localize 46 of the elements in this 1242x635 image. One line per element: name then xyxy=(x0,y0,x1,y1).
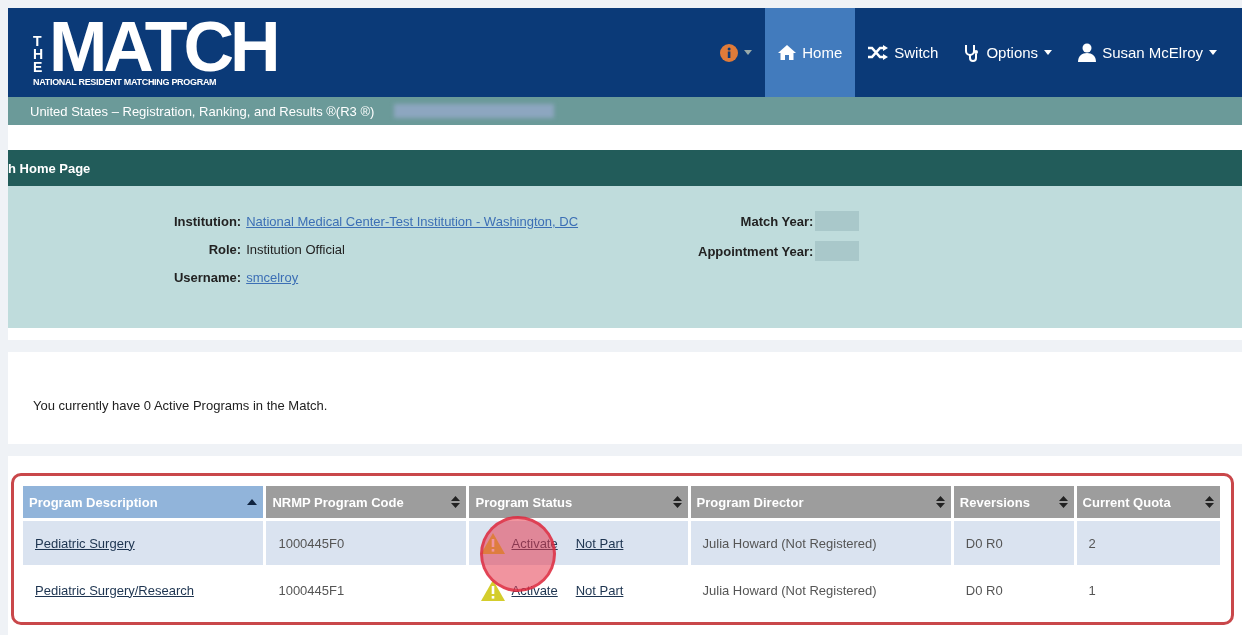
field-label: Appointment Year: xyxy=(698,244,814,261)
field-link[interactable]: smcelroy xyxy=(246,270,299,285)
action-link[interactable]: Not Part xyxy=(575,582,624,598)
column-header[interactable]: Reversions xyxy=(953,486,1074,518)
table-cell: D0 R0 xyxy=(953,518,1074,565)
table-cell: Julia Howard (Not Registered) xyxy=(690,565,951,612)
sort-ascending-icon[interactable] xyxy=(247,499,258,505)
sort-icon[interactable] xyxy=(451,496,461,508)
warning-icon xyxy=(481,532,506,554)
column-header[interactable]: Current Quota xyxy=(1076,486,1220,518)
program-link[interactable]: Pediatric Surgery/Research xyxy=(35,582,194,598)
info-icon xyxy=(720,43,739,62)
table-cell: Julia Howard (Not Registered) xyxy=(690,518,951,565)
table-cell: 2 xyxy=(1076,518,1220,565)
action-link[interactable]: Not Part xyxy=(575,535,624,551)
field-label: Match Year: xyxy=(739,214,814,231)
home-icon xyxy=(778,45,797,60)
column-header[interactable]: NRMP Program Code xyxy=(266,486,467,518)
field-link[interactable]: National Medical Center-Test Institution - Washington, DC xyxy=(246,214,579,229)
column-header[interactable]: Program Director xyxy=(690,486,951,518)
field-label: Role: xyxy=(207,242,242,257)
stethoscope-icon xyxy=(964,43,981,62)
options-nav-item[interactable]: Options xyxy=(951,8,1066,97)
program-title: United States – Registration, Ranking, and Results ®(R3 ®) xyxy=(30,103,375,119)
warning-icon xyxy=(481,579,506,601)
column-header[interactable]: Program Status xyxy=(469,486,688,518)
table-cell: 1000445F1 xyxy=(266,565,467,612)
table-cell: 1 xyxy=(1076,565,1220,612)
table-cell: D0 R0 xyxy=(953,565,1074,612)
sort-icon[interactable] xyxy=(1205,496,1214,508)
field-label: Username: xyxy=(172,270,242,285)
field-label: Institution: xyxy=(173,214,242,229)
sort-icon[interactable] xyxy=(672,496,682,508)
user-icon xyxy=(1078,43,1097,62)
page-title: h Home Page xyxy=(8,160,91,176)
program-link[interactable]: Pediatric Surgery xyxy=(35,535,135,551)
field-value: Institution Official xyxy=(246,242,345,257)
sort-icon[interactable] xyxy=(935,496,945,508)
shuffle-icon xyxy=(868,45,889,60)
home-nav-item[interactable]: Home xyxy=(765,8,856,97)
table-cell: 1000445F0 xyxy=(266,518,467,565)
user-nav-item[interactable]: Susan McElroy xyxy=(1065,8,1230,97)
status-message: You currently have 0 Active Programs in the Match. xyxy=(33,397,328,413)
sort-icon[interactable] xyxy=(1058,496,1068,508)
switch-nav-item[interactable]: Switch xyxy=(855,8,952,97)
action-link[interactable]: Activate xyxy=(511,582,558,598)
